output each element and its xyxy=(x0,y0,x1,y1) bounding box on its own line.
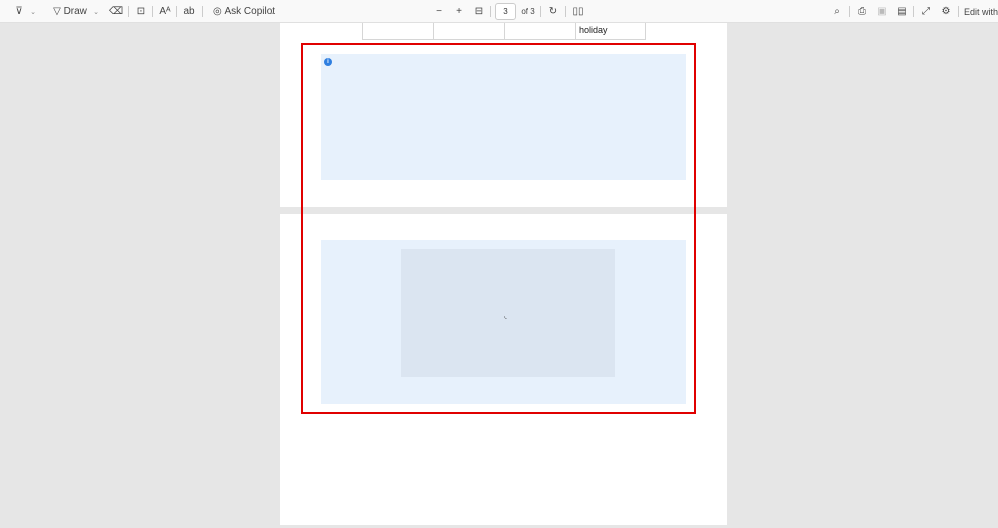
zoom-out-button[interactable]: − xyxy=(433,0,445,23)
search-icon[interactable]: ⌕ xyxy=(830,0,844,23)
edit-with-button[interactable]: Edit with xyxy=(964,0,998,23)
draw-icon: ▽ xyxy=(53,6,64,17)
save-icon[interactable]: ▣ xyxy=(875,0,889,23)
read-aloud-icon[interactable]: Aᴬ xyxy=(158,0,172,23)
page-number-input[interactable]: 3 xyxy=(495,3,516,20)
table-cell xyxy=(362,23,434,40)
copilot-dropdown-chevron-icon[interactable]: ⌄ xyxy=(268,0,276,23)
draw-dropdown-chevron-icon[interactable]: ⌄ xyxy=(92,0,100,23)
page-view-icon[interactable]: ▯▯ xyxy=(571,0,585,23)
table-cell xyxy=(504,23,576,40)
translate-icon[interactable]: ab xyxy=(182,0,196,23)
highlight-icon[interactable]: ⊽ xyxy=(12,0,26,23)
rotate-icon[interactable]: ↻ xyxy=(546,0,560,23)
table-cell: holiday xyxy=(575,23,646,40)
settings-gear-icon[interactable]: ⚙ xyxy=(939,0,953,23)
print-icon[interactable]: ⎙ xyxy=(855,0,869,23)
copilot-icon: ◎ xyxy=(212,6,225,17)
toolbar: ⊽ ⌄ ▽ Draw ⌄ ⌫ ⊡ Aᴬ ab ◎ Ask Copilot ⌄ −… xyxy=(0,0,998,23)
zoom-in-button[interactable]: + xyxy=(453,0,465,23)
text-box-icon[interactable]: ⊡ xyxy=(134,0,148,23)
fullscreen-icon[interactable]: ⤢ xyxy=(919,0,933,23)
eraser-icon[interactable]: ⌫ xyxy=(109,0,123,23)
save-as-icon[interactable]: ▤ xyxy=(895,0,909,23)
selection-highlight xyxy=(301,43,696,414)
fit-page-icon[interactable]: ⊟ xyxy=(472,0,486,23)
table-cell xyxy=(433,23,505,40)
page-total: of 3 xyxy=(521,7,535,16)
highlight-dropdown-chevron-icon[interactable]: ⌄ xyxy=(29,0,37,23)
draw-button[interactable]: ▽ Draw xyxy=(50,0,90,23)
